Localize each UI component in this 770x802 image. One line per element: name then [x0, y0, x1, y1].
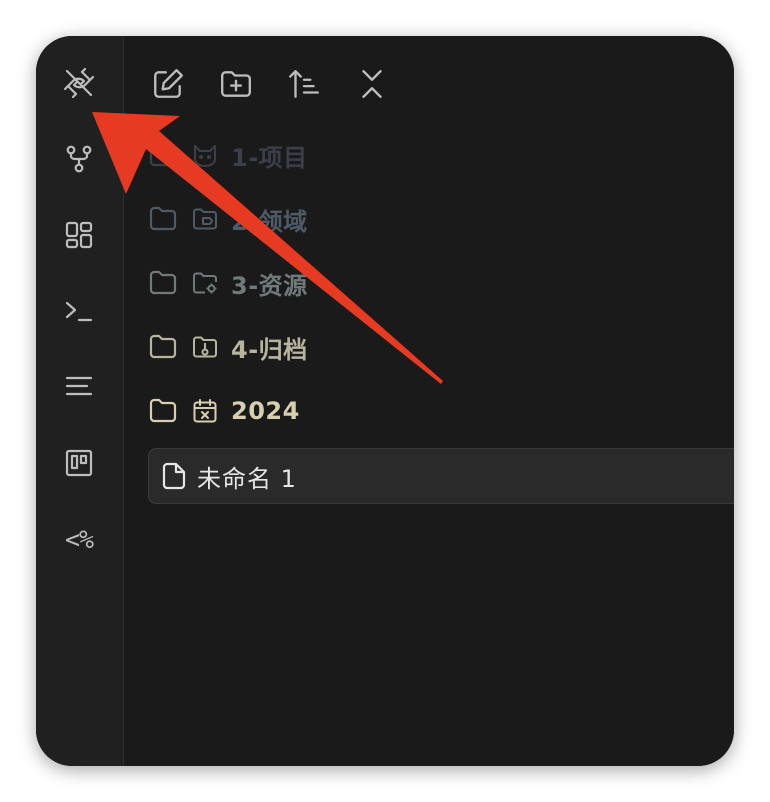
folder-icon — [149, 334, 177, 359]
folder-icon — [149, 270, 177, 295]
obsidian-window: <% 1-项目 2-领域 3-资源 4-归档 2024 未命名 1 — [36, 36, 734, 766]
new-folder-icon — [221, 71, 251, 97]
dashboard-button[interactable] — [58, 214, 100, 256]
file-icon — [162, 462, 186, 490]
folder-label: 1-项目 — [231, 143, 308, 172]
file-explorer-panel: 1-项目 2-领域 3-资源 4-归档 2024 未命名 1 — [124, 36, 734, 766]
templater-icon: <% — [64, 524, 94, 554]
outline-lines-icon — [65, 376, 93, 396]
left-ribbon: <% — [36, 36, 124, 766]
folder-item-4[interactable]: 4-归档 — [148, 320, 734, 374]
folder-label: 2024 — [231, 397, 300, 425]
folder-icon — [149, 206, 177, 231]
source-control-button[interactable] — [58, 138, 100, 180]
kanban-board-icon — [65, 449, 93, 477]
folder-label: 4-归档 — [231, 335, 308, 364]
calendar-x-icon — [193, 399, 217, 423]
folder-icon — [149, 398, 177, 423]
collapse-all-button[interactable] — [352, 64, 392, 104]
terminal-button[interactable] — [58, 290, 100, 332]
file-label: 未命名 1 — [197, 464, 297, 493]
folder-icon — [149, 142, 177, 167]
folder-archive-icon — [193, 336, 217, 358]
templater-button[interactable]: <% — [58, 518, 100, 560]
collapse-all-icon — [362, 70, 382, 98]
terminal-icon — [65, 301, 93, 322]
sort-button[interactable] — [284, 64, 324, 104]
new-note-icon — [154, 69, 183, 98]
new-note-button[interactable] — [148, 64, 188, 104]
plugin-disconnect-button[interactable] — [58, 62, 100, 104]
sort-order-icon — [289, 70, 319, 98]
cat-icon — [194, 145, 216, 167]
folder-item-5[interactable]: 2024 — [148, 384, 734, 438]
file-item-untitled[interactable]: 未命名 1 — [148, 448, 734, 504]
dashboard-grid-icon — [65, 221, 93, 249]
git-branch-icon — [66, 145, 92, 173]
kanban-button[interactable] — [58, 442, 100, 484]
folder-label: 3-资源 — [231, 271, 308, 300]
new-folder-button[interactable] — [216, 64, 256, 104]
folder-tag-icon — [193, 208, 217, 230]
folder-item-3[interactable]: 3-资源 — [148, 256, 734, 310]
plugin-disconnect-icon — [63, 67, 95, 99]
outline-button[interactable] — [58, 366, 100, 408]
folder-item-2[interactable]: 2-领域 — [148, 192, 734, 246]
folder-label: 2-领域 — [231, 207, 308, 236]
folder-gear-icon — [193, 272, 217, 294]
folder-item-1[interactable]: 1-项目 — [148, 128, 734, 182]
